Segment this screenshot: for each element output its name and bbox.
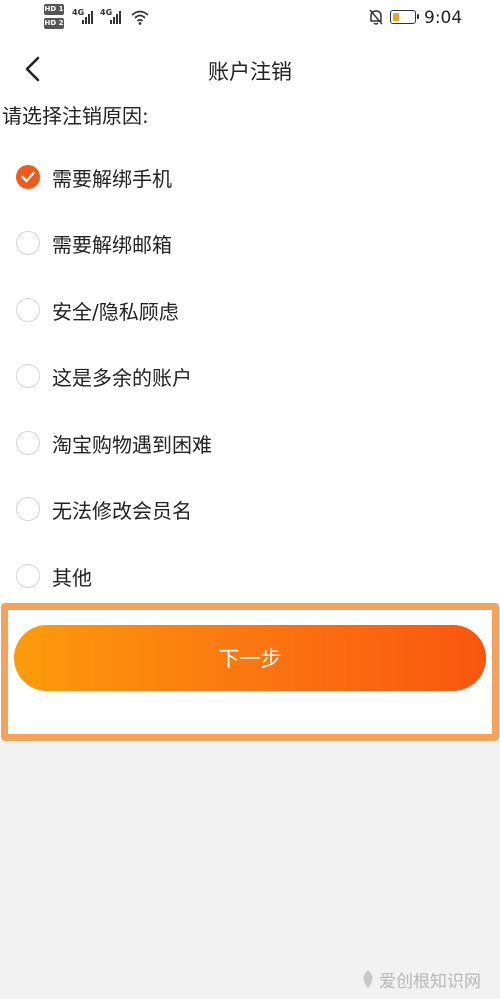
watermark-text: 爱创根知识网 (379, 971, 481, 992)
watermark: 爱创根知识网 (360, 964, 481, 994)
battery-icon (390, 10, 419, 24)
reason-label: 安全/隐私顾虑 (52, 300, 179, 324)
status-bar: HD 1 HD 2 4G 4G 9:04 (0, 0, 500, 40)
reason-label: 淘宝购物遇到困难 (52, 433, 212, 457)
nav-bar: 账户注销 (0, 44, 500, 94)
mute-bell-icon (369, 9, 383, 25)
wifi-icon (131, 10, 149, 25)
page-title: 账户注销 (208, 60, 292, 84)
battery-level (392, 12, 400, 21)
hd-indicator: HD 1 HD 2 (44, 4, 66, 32)
reason-option[interactable]: 这是多余的账户 (14, 348, 414, 404)
reason-label: 需要解绑邮箱 (52, 233, 172, 257)
reason-option[interactable]: 需要解绑手机 (14, 149, 414, 205)
reason-label: 无法修改会员名 (52, 499, 192, 523)
signal-2-icon (110, 11, 121, 24)
next-step-button[interactable]: 下一步 (14, 625, 486, 691)
screen: HD 1 HD 2 4G 4G 9:04 账户注销 请选择注销原因: 需要解绑手… (0, 0, 500, 999)
radio-icon[interactable] (16, 564, 40, 588)
signal-1-icon (82, 11, 93, 24)
reason-prompt: 请选择注销原因: (2, 104, 149, 128)
reason-label: 这是多余的账户 (52, 366, 192, 390)
radio-icon[interactable] (16, 364, 40, 388)
reason-label: 需要解绑手机 (52, 167, 172, 191)
watermark-logo-icon (363, 970, 373, 988)
status-time: 9:04 (424, 8, 463, 28)
radio-icon[interactable] (16, 231, 40, 255)
reason-option[interactable]: 其他 (14, 548, 414, 604)
radio-icon[interactable] (16, 431, 40, 455)
check-icon (21, 171, 35, 183)
radio-icon[interactable] (16, 165, 40, 189)
reason-option[interactable]: 无法修改会员名 (14, 481, 414, 537)
reason-option[interactable]: 安全/隐私顾虑 (14, 282, 414, 338)
reason-option[interactable]: 需要解绑邮箱 (14, 215, 414, 271)
hd-badge-2: HD 2 (44, 18, 64, 29)
reason-label: 其他 (52, 566, 92, 590)
hd-badge-1: HD 1 (44, 4, 64, 15)
radio-icon[interactable] (16, 497, 40, 521)
reason-option[interactable]: 淘宝购物遇到困难 (14, 415, 414, 471)
radio-icon[interactable] (16, 298, 40, 322)
